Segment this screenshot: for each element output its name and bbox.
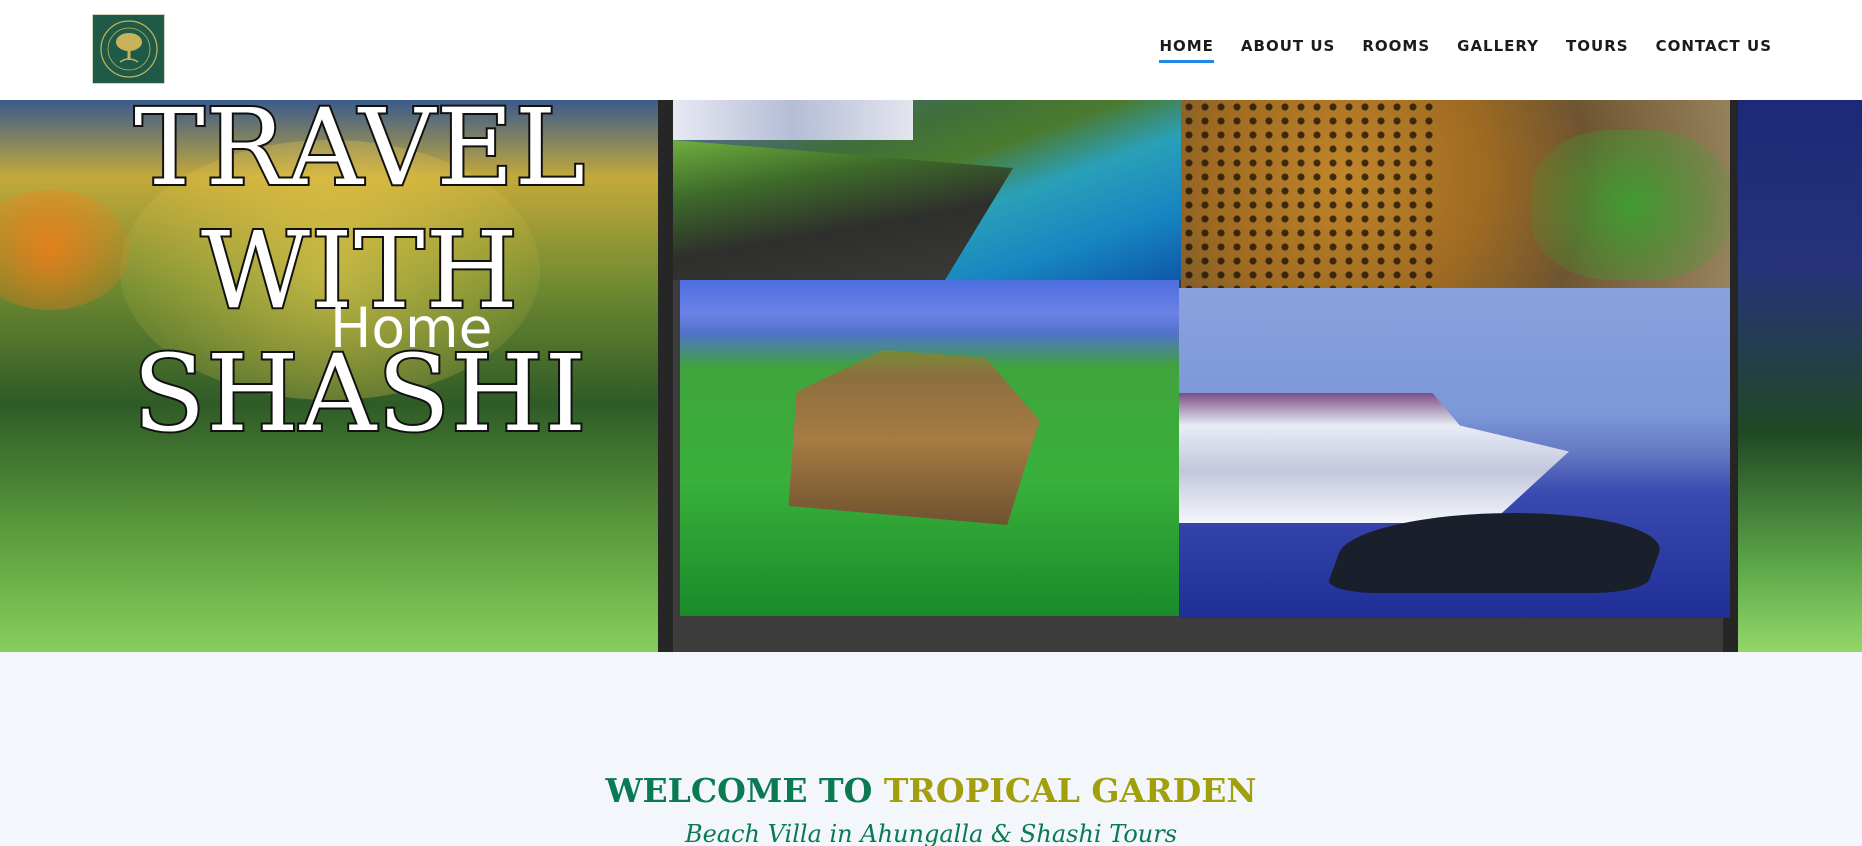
hero-title-line-1: TRAVEL <box>132 100 587 211</box>
tour-boat <box>1179 393 1569 523</box>
welcome-subheading: Beach Villa in Ahungalla & Shashi Tours <box>684 820 1178 846</box>
whale-tail <box>1324 513 1674 593</box>
leopard-image <box>1181 100 1730 288</box>
welcome-heading-part2: TROPICAL GARDEN <box>883 771 1257 810</box>
site-header: HOME ABOUT US ROOMS GALLERY TOURS CONTAC… <box>0 0 1862 100</box>
nav-home[interactable]: HOME <box>1159 37 1214 63</box>
hero-background-right <box>1738 100 1862 652</box>
nav-rooms[interactable]: ROOMS <box>1362 37 1430 63</box>
nav-about-us[interactable]: ABOUT US <box>1241 37 1335 63</box>
hero-title: TRAVEL WITH SHASHI <box>100 100 620 457</box>
welcome-heading: WELCOME TO TROPICAL GARDEN <box>0 771 1862 810</box>
nav-contact-us[interactable]: CONTACT US <box>1656 37 1772 63</box>
sigiriya-rock-image <box>680 280 1179 616</box>
leopard-spots <box>1181 100 1441 288</box>
welcome-section: WELCOME TO TROPICAL GARDEN Beach Villa i… <box>0 652 1862 846</box>
whale-watching-boat-image <box>1179 288 1730 618</box>
coastline-image <box>673 100 1181 280</box>
coastline-houses <box>673 100 913 140</box>
hero-collage-bottom-bar <box>673 618 1723 652</box>
main-nav: HOME ABOUT US ROOMS GALLERY TOURS CONTAC… <box>1159 37 1772 63</box>
sigiriya-rock <box>788 350 1040 525</box>
leopard-foliage <box>1531 130 1730 280</box>
hero-page-subtitle: Home <box>330 296 493 360</box>
site-logo[interactable] <box>92 14 165 84</box>
nav-tours[interactable]: TOURS <box>1566 37 1629 63</box>
coastline-cliff <box>673 140 1013 280</box>
nav-gallery[interactable]: GALLERY <box>1457 37 1539 63</box>
welcome-heading-part1: WELCOME TO <box>605 771 884 810</box>
tree-logo-icon <box>99 20 158 78</box>
